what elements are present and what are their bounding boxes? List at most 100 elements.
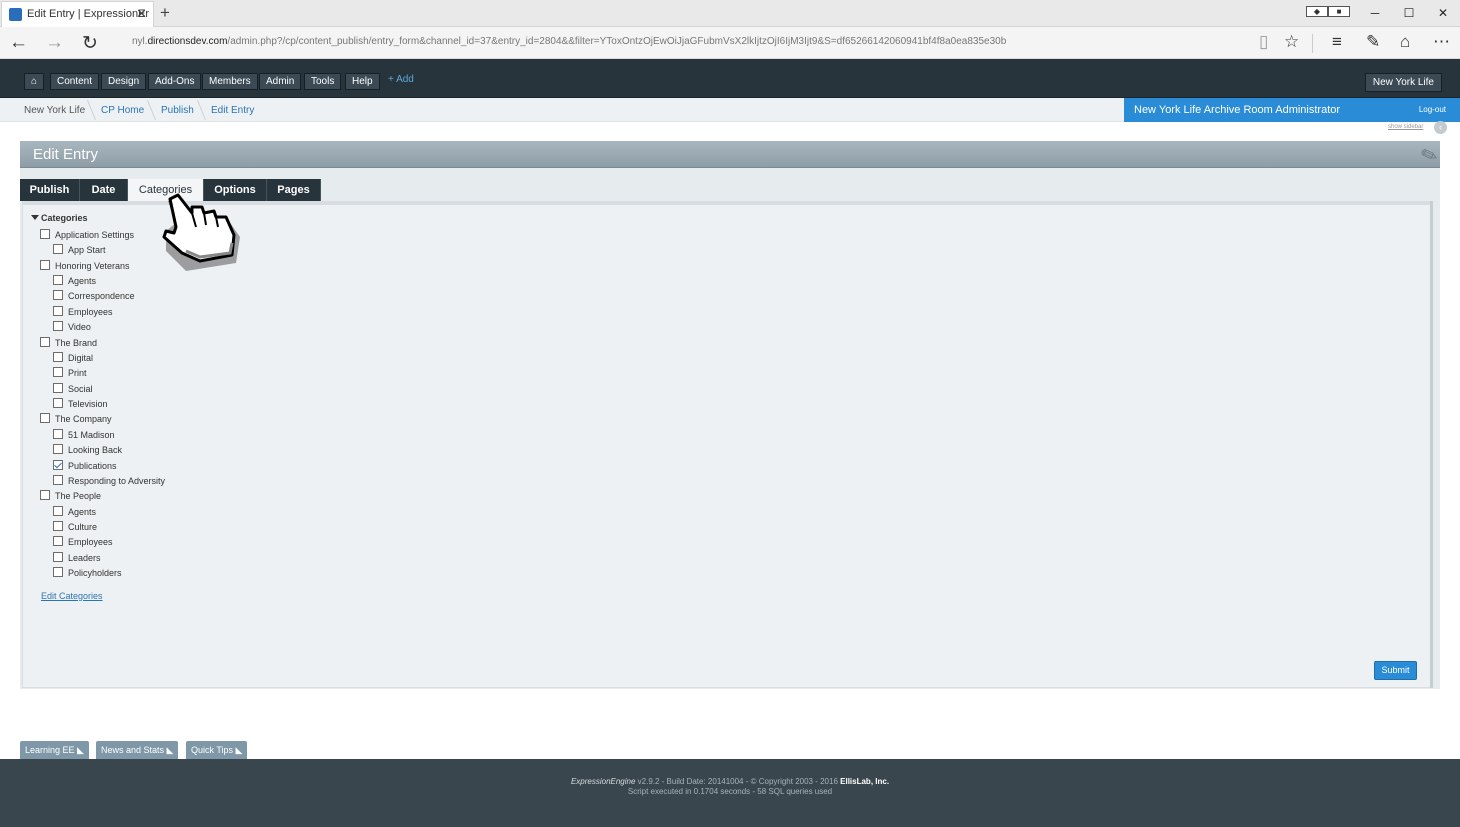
category-checkbox[interactable] — [53, 398, 63, 409]
category-checkbox[interactable] — [53, 321, 63, 332]
category-checkbox[interactable] — [53, 275, 63, 286]
url-field[interactable]: nyl.directionsdev.com/admin.php?/cp/cont… — [132, 36, 1006, 47]
category-checkbox[interactable] — [53, 305, 63, 316]
forward-icon[interactable]: → — [45, 32, 64, 54]
close-window-icon[interactable]: ✕ — [1426, 0, 1460, 27]
category-label[interactable]: Looking Back — [68, 445, 122, 455]
category-checkbox[interactable] — [53, 428, 63, 439]
nav-design[interactable]: Design — [101, 73, 147, 90]
extension-icon[interactable]: ◆ — [1306, 6, 1328, 17]
favorite-star-icon[interactable]: ☆ — [1284, 32, 1299, 52]
category-checkbox[interactable] — [53, 521, 63, 532]
category-label[interactable]: Publications — [68, 461, 117, 471]
pencil-icon: ✎ — [1418, 142, 1442, 170]
category-checkbox[interactable] — [40, 259, 50, 270]
accessory-learning-ee[interactable]: Learning EE ◣ — [20, 741, 89, 759]
category-checkbox[interactable] — [40, 490, 50, 501]
category-checkbox[interactable] — [40, 413, 50, 424]
home-icon[interactable]: ⌂ — [24, 73, 44, 90]
tab-publish[interactable]: Publish — [20, 179, 80, 201]
extension-icon-2[interactable]: ■ — [1328, 6, 1350, 17]
nav-help[interactable]: Help — [345, 73, 380, 90]
category-label[interactable]: Employees — [68, 307, 113, 317]
category-checkbox[interactable] — [53, 536, 63, 547]
sidebar-toggle-icon[interactable]: ‹ — [1434, 121, 1447, 134]
category-label[interactable]: The Brand — [55, 338, 97, 348]
maximize-icon[interactable]: ☐ — [1392, 0, 1426, 27]
breadcrumb-edit-entry: Edit Entry — [211, 105, 255, 116]
category-checkbox[interactable] — [53, 244, 63, 255]
show-sidebar-link[interactable]: show sidebar — [1388, 124, 1423, 130]
category-checkbox[interactable] — [53, 505, 63, 516]
more-icon[interactable]: ⋯ — [1433, 32, 1450, 52]
nav-tools[interactable]: Tools — [304, 73, 342, 90]
category-checkbox[interactable] — [53, 459, 63, 470]
tab-pages[interactable]: Pages — [267, 179, 321, 201]
category-label[interactable]: Agents — [68, 507, 96, 517]
category-checkbox[interactable] — [53, 567, 63, 578]
submit-button[interactable]: Submit — [1374, 661, 1417, 680]
web-note-icon[interactable]: ✎ — [1366, 32, 1380, 52]
category-label[interactable]: Leaders — [68, 553, 101, 563]
category-label[interactable]: 51 Madison — [68, 430, 115, 440]
expressionengine-logo[interactable]: ExpressionEngine — [571, 777, 635, 786]
address-bar: ← → ↻ nyl.directionsdev.com/admin.php?/c… — [0, 27, 1460, 59]
minimize-icon[interactable]: ─ — [1358, 0, 1392, 27]
category-label[interactable]: Responding to Adversity — [68, 476, 165, 486]
reading-view-icon[interactable]: ▯ — [1259, 32, 1268, 52]
category-label[interactable]: Television — [68, 399, 108, 409]
site-switcher-button[interactable]: New York Life — [1364, 73, 1442, 92]
user-name[interactable]: New York Life Archive Room Administrator — [1134, 104, 1340, 116]
category-label[interactable]: Correspondence — [68, 291, 135, 301]
categories-panel — [22, 201, 1432, 688]
main-nav: ⌂ Content Design Add-Ons Members Admin T… — [0, 59, 1460, 98]
accessory-news-and-stats[interactable]: News and Stats ◣ — [96, 741, 179, 759]
collapse-triangle-icon[interactable] — [31, 215, 39, 220]
new-tab-icon[interactable]: + — [160, 3, 170, 23]
category-checkbox[interactable] — [53, 290, 63, 301]
footer: ExpressionEngine v2.9.2 - Build Date: 20… — [0, 759, 1460, 827]
browser-tab[interactable]: Edit Entry | ExpressionEr ✕ — [1, 1, 154, 27]
close-tab-icon[interactable]: ✕ — [136, 2, 147, 26]
add-link[interactable]: + Add — [388, 74, 414, 85]
category-checkbox[interactable] — [53, 367, 63, 378]
category-label[interactable]: Social — [68, 384, 93, 394]
category-label[interactable]: Agents — [68, 276, 96, 286]
category-label[interactable]: Print — [68, 368, 87, 378]
category-checkbox[interactable] — [53, 351, 63, 362]
category-label[interactable]: The Company — [55, 414, 112, 424]
category-checkbox[interactable] — [53, 382, 63, 393]
nav-admin[interactable]: Admin — [259, 73, 302, 90]
page-title: Edit Entry — [33, 146, 99, 163]
category-label[interactable]: Honoring Veterans — [55, 261, 130, 271]
breadcrumb-site[interactable]: New York Life — [24, 105, 85, 116]
refresh-icon[interactable]: ↻ — [82, 32, 98, 55]
category-label[interactable]: Culture — [68, 522, 97, 532]
category-checkbox[interactable] — [53, 551, 63, 562]
nav-add-ons[interactable]: Add-Ons — [148, 73, 202, 90]
category-checkbox[interactable] — [40, 336, 50, 347]
category-checkbox[interactable] — [40, 229, 50, 239]
tab-date[interactable]: Date — [80, 179, 128, 201]
category-checkbox[interactable] — [53, 474, 63, 485]
category-label[interactable]: Policyholders — [68, 568, 122, 578]
category-label[interactable]: App Start — [68, 245, 106, 255]
page-header: Edit Entry ✎ — [20, 141, 1442, 170]
category-label[interactable]: Employees — [68, 537, 113, 547]
category-label[interactable]: Video — [68, 322, 91, 332]
category-label[interactable]: The People — [55, 491, 101, 501]
category-label[interactable]: Application Settings — [55, 230, 134, 240]
logout-link[interactable]: Log-out — [1419, 105, 1446, 114]
nav-content[interactable]: Content — [50, 73, 100, 90]
hub-icon[interactable]: ≡ — [1332, 32, 1342, 52]
category-checkbox[interactable] — [53, 444, 63, 455]
user-bar: New York Life Archive Room Administrator… — [1124, 98, 1460, 122]
panel-scrollbar[interactable] — [1430, 201, 1433, 688]
edit-categories-link[interactable]: Edit Categories — [41, 591, 103, 601]
share-icon[interactable]: ⌂ — [1400, 32, 1410, 52]
accessory-quick-tips[interactable]: Quick Tips ◣ — [186, 741, 248, 759]
category-label[interactable]: Digital — [68, 353, 93, 363]
back-icon[interactable]: ← — [9, 32, 28, 54]
nav-members[interactable]: Members — [202, 73, 258, 90]
categories-heading[interactable]: Categories — [31, 213, 88, 223]
